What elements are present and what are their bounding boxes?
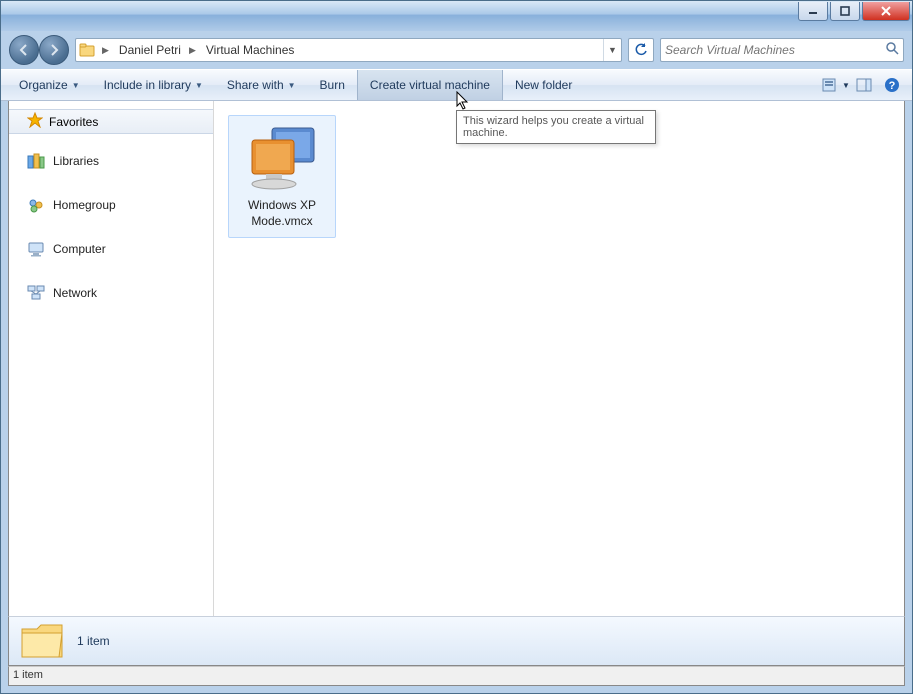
svg-text:?: ?	[889, 80, 896, 92]
chevron-right-icon[interactable]: ▶	[98, 45, 113, 56]
minimize-icon	[808, 6, 818, 16]
chevron-right-icon[interactable]: ▶	[185, 45, 200, 56]
sidebar-item-label: Network	[53, 286, 97, 300]
include-label: Include in library	[104, 78, 191, 92]
sidebar-item-libraries[interactable]: Libraries	[9, 146, 213, 176]
sidebar-item-network[interactable]: Network	[9, 278, 213, 308]
burn-button[interactable]: Burn	[308, 70, 357, 100]
create-vm-label: Create virtual machine	[370, 78, 490, 92]
status-bar: 1 item	[8, 666, 905, 686]
details-summary: 1 item	[77, 634, 110, 648]
new-folder-label: New folder	[515, 78, 572, 92]
network-icon	[27, 284, 45, 302]
sidebar-item-label: Homegroup	[53, 198, 116, 212]
libraries-icon	[27, 152, 45, 170]
titlebar	[1, 1, 912, 31]
homegroup-icon	[27, 196, 45, 214]
preview-pane-button[interactable]	[850, 70, 878, 100]
refresh-icon	[634, 43, 648, 57]
nav-buttons	[9, 35, 69, 65]
search-input[interactable]	[665, 43, 885, 57]
favorites-label: Favorites	[49, 115, 98, 129]
organize-label: Organize	[19, 78, 68, 92]
cursor-icon	[456, 91, 472, 116]
search-box[interactable]	[660, 38, 904, 62]
include-in-library-button[interactable]: Include in library ▼	[92, 70, 215, 100]
star-icon	[27, 112, 43, 131]
folder-icon	[19, 621, 65, 661]
sidebar-item-computer[interactable]: Computer	[9, 234, 213, 264]
close-button[interactable]	[862, 2, 910, 21]
close-icon	[880, 6, 892, 16]
folder-icon	[76, 39, 98, 61]
navigation-pane: Favorites Libraries Homegroup	[9, 101, 214, 616]
file-name: Windows XP Mode.vmcx	[233, 198, 331, 229]
maximize-button[interactable]	[830, 2, 860, 21]
forward-button[interactable]	[39, 35, 69, 65]
help-icon: ?	[884, 77, 900, 93]
share-label: Share with	[227, 78, 284, 92]
arrow-right-icon	[47, 43, 61, 57]
preview-pane-icon	[856, 78, 872, 92]
refresh-button[interactable]	[628, 38, 654, 62]
help-button[interactable]: ?	[878, 70, 906, 100]
chevron-down-icon: ▼	[72, 81, 80, 90]
address-bar[interactable]: ▶ Daniel Petri ▶ Virtual Machines ▼	[75, 38, 622, 62]
content-area: Favorites Libraries Homegroup	[8, 101, 905, 616]
burn-label: Burn	[320, 78, 345, 92]
virtual-machine-icon	[242, 122, 322, 194]
search-icon	[885, 41, 899, 60]
minimize-button[interactable]	[798, 2, 828, 21]
file-list[interactable]: Windows XP Mode.vmcx	[214, 101, 904, 616]
chevron-down-icon: ▼	[288, 81, 296, 90]
explorer-window: ▶ Daniel Petri ▶ Virtual Machines ▼ Orga…	[0, 0, 913, 694]
sidebar-item-label: Libraries	[53, 154, 99, 168]
arrow-left-icon	[17, 43, 31, 57]
back-button[interactable]	[9, 35, 39, 65]
computer-icon	[27, 240, 45, 258]
maximize-icon	[840, 6, 850, 16]
chevron-down-icon: ▼	[195, 81, 203, 90]
breadcrumb[interactable]: Daniel Petri	[113, 39, 185, 61]
view-button[interactable]: ▼	[822, 70, 850, 100]
new-folder-button[interactable]: New folder	[503, 70, 584, 100]
address-history-dropdown[interactable]: ▼	[603, 39, 621, 61]
sidebar-item-homegroup[interactable]: Homegroup	[9, 190, 213, 220]
nav-row: ▶ Daniel Petri ▶ Virtual Machines ▼	[1, 31, 912, 69]
tooltip-text: This wizard helps you create a virtual m…	[463, 115, 644, 139]
create-virtual-machine-button[interactable]: Create virtual machine	[357, 70, 503, 100]
details-pane: 1 item	[8, 616, 905, 666]
breadcrumb[interactable]: Virtual Machines	[200, 39, 299, 61]
favorites-header[interactable]: Favorites	[9, 109, 213, 134]
file-item[interactable]: Windows XP Mode.vmcx	[228, 115, 336, 238]
chevron-down-icon: ▼	[842, 81, 850, 90]
window-controls	[798, 2, 910, 21]
share-with-button[interactable]: Share with ▼	[215, 70, 308, 100]
view-icon	[822, 78, 840, 92]
status-text: 1 item	[13, 669, 43, 681]
sidebar-item-label: Computer	[53, 242, 106, 256]
tooltip: This wizard helps you create a virtual m…	[456, 110, 656, 144]
organize-button[interactable]: Organize ▼	[7, 70, 92, 100]
